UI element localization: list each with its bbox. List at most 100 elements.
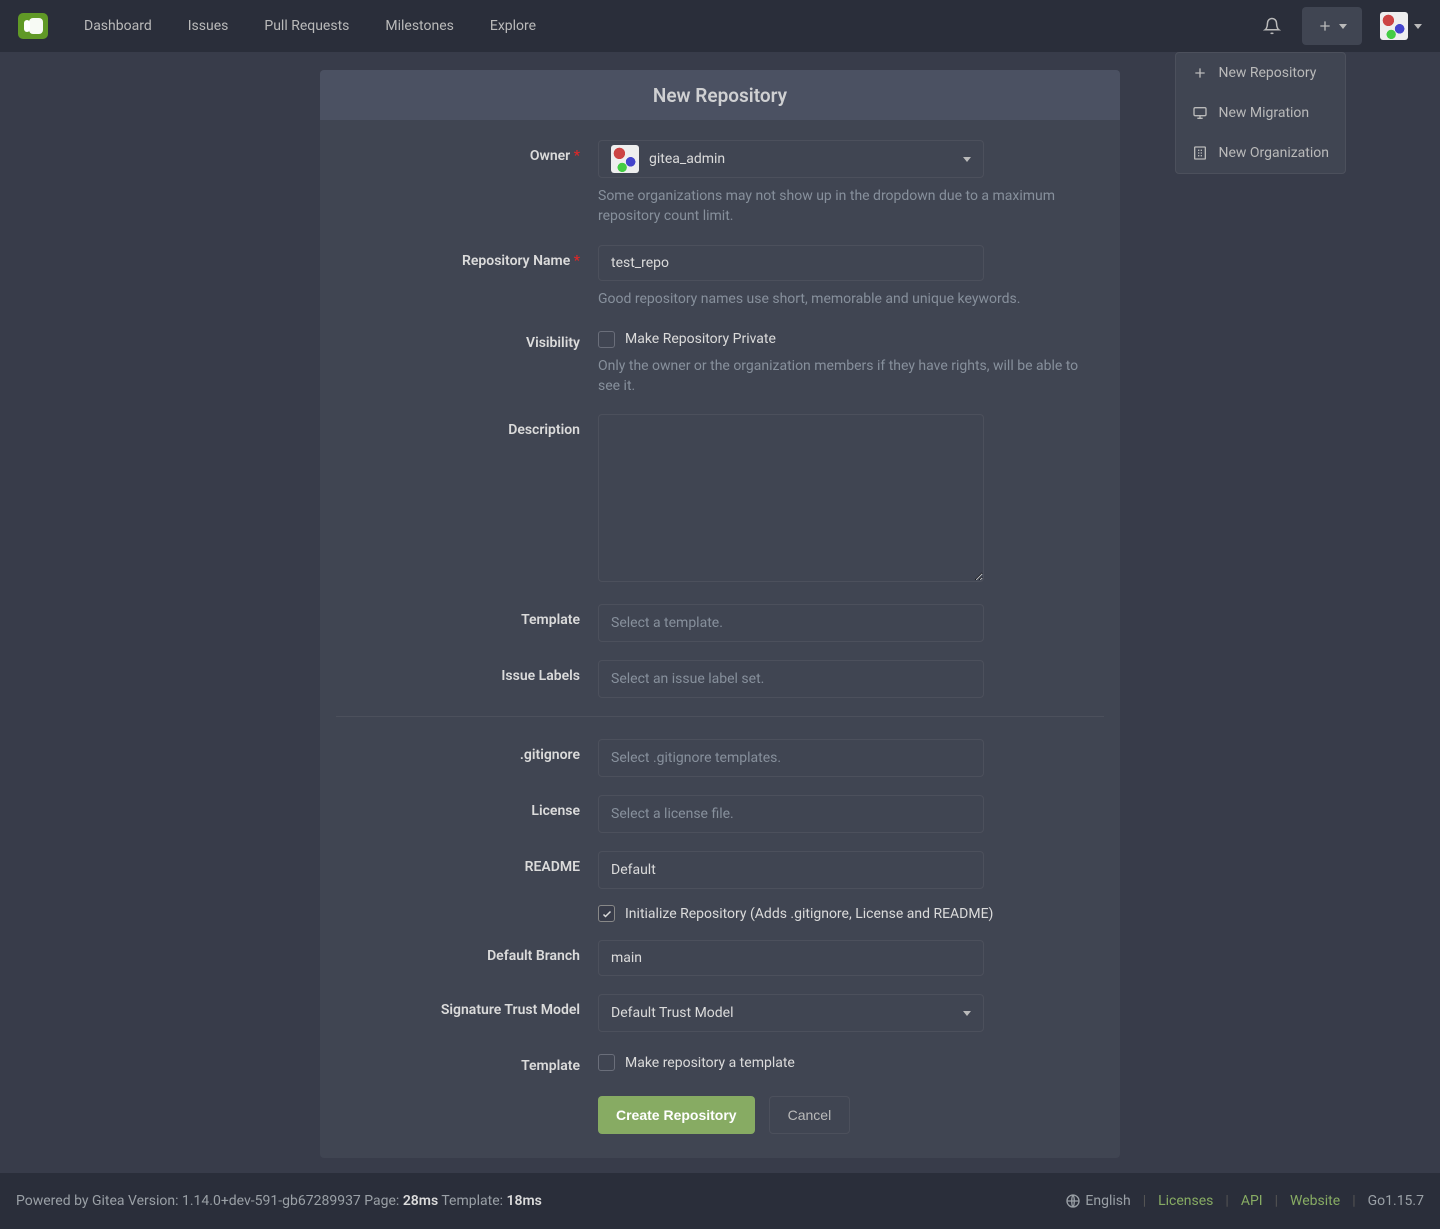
footer-api-link[interactable]: API [1241, 1193, 1263, 1209]
description-textarea[interactable] [598, 414, 984, 582]
default-branch-input[interactable] [598, 940, 984, 976]
field-issue-labels: Issue Labels Select an issue label set. [336, 660, 1104, 698]
footer-right: English | Licenses | API | Website | Go1… [1065, 1193, 1424, 1209]
check-icon [601, 908, 613, 920]
visibility-checkbox-label[interactable]: Make Repository Private [625, 331, 776, 347]
page-title: New Repository [320, 70, 1120, 120]
readme-label: README [336, 851, 598, 875]
license-label: License [336, 795, 598, 819]
footer: Powered by Gitea Version: 1.14.0+dev-591… [0, 1173, 1440, 1229]
license-placeholder: Select a license file. [611, 806, 971, 822]
separator: | [1352, 1193, 1355, 1209]
description-label: Description [336, 414, 598, 438]
issue-labels-label: Issue Labels [336, 660, 598, 684]
field-license: License Select a license file. [336, 795, 1104, 833]
nav-milestones[interactable]: Milestones [367, 0, 472, 52]
menu-new-migration[interactable]: New Migration [1176, 93, 1345, 133]
footer-template-time: 18ms [507, 1193, 542, 1209]
new-repository-panel: New Repository Owner gitea_admin Some or… [320, 70, 1120, 1158]
field-owner: Owner gitea_admin Some organizations may… [336, 140, 1104, 227]
footer-left: Powered by Gitea Version: 1.14.0+dev-591… [16, 1193, 542, 1209]
menu-new-repository[interactable]: New Repository [1176, 53, 1345, 93]
owner-value: gitea_admin [649, 151, 963, 167]
nav-left: Dashboard Issues Pull Requests Milestone… [18, 0, 554, 52]
chevron-down-icon [1339, 24, 1347, 29]
separator: | [1275, 1193, 1278, 1209]
avatar [1380, 12, 1408, 40]
field-repo-name: Repository Name Good repository names us… [336, 245, 1104, 309]
field-visibility: Visibility Make Repository Private Only … [336, 327, 1104, 397]
field-readme: README Default Initialize Repository (Ad… [336, 851, 1104, 922]
notifications-button[interactable] [1250, 8, 1294, 44]
field-gitignore: .gitignore Select .gitignore templates. [336, 739, 1104, 777]
form-buttons: Create Repository Cancel [598, 1092, 1104, 1134]
gitignore-dropdown[interactable]: Select .gitignore templates. [598, 739, 984, 777]
chevron-down-icon [963, 1011, 971, 1016]
template-label: Template [336, 604, 598, 628]
footer-powered-prefix: Powered by Gitea Version: 1.14.0+dev-591… [16, 1193, 403, 1209]
plus-icon [1317, 18, 1333, 34]
avatar [611, 145, 639, 173]
make-template-checkbox-label[interactable]: Make repository a template [625, 1055, 795, 1071]
footer-template-prefix: Template: [438, 1193, 506, 1209]
readme-value: Default [611, 862, 971, 878]
default-branch-label: Default Branch [336, 940, 598, 964]
gitignore-label: .gitignore [336, 739, 598, 763]
template-dropdown[interactable]: Select a template. [598, 604, 984, 642]
template-placeholder: Select a template. [611, 615, 971, 631]
gitea-logo[interactable] [18, 13, 48, 39]
license-dropdown[interactable]: Select a license file. [598, 795, 984, 833]
create-menu-button[interactable] [1302, 7, 1362, 45]
nav-right [1250, 7, 1422, 45]
new-repository-form: Owner gitea_admin Some organizations may… [320, 120, 1120, 1158]
readme-dropdown[interactable]: Default [598, 851, 984, 889]
issue-labels-placeholder: Select an issue label set. [611, 671, 971, 687]
divider [336, 716, 1104, 717]
cancel-button[interactable]: Cancel [769, 1096, 851, 1134]
organization-icon [1192, 145, 1208, 161]
footer-website-link[interactable]: Website [1290, 1193, 1340, 1209]
menu-label: New Repository [1218, 65, 1316, 81]
migration-icon [1192, 105, 1208, 121]
create-dropdown: New Repository New Migration New Organiz… [1175, 52, 1346, 174]
repo-name-input[interactable] [598, 245, 984, 281]
nav-dashboard[interactable]: Dashboard [66, 0, 170, 52]
nav-explore[interactable]: Explore [472, 0, 554, 52]
field-make-template: Template Make repository a template [336, 1050, 1104, 1074]
globe-icon [1065, 1193, 1081, 1209]
nav-pull-requests[interactable]: Pull Requests [246, 0, 367, 52]
init-repo-checkbox[interactable] [598, 905, 615, 922]
make-template-checkbox[interactable] [598, 1054, 615, 1071]
nav-issues[interactable]: Issues [170, 0, 247, 52]
field-default-branch: Default Branch [336, 940, 1104, 976]
create-repository-button[interactable]: Create Repository [598, 1096, 755, 1134]
init-repo-label[interactable]: Initialize Repository (Adds .gitignore, … [625, 906, 993, 922]
field-description: Description [336, 414, 1104, 586]
plus-icon [1192, 65, 1208, 81]
menu-label: New Migration [1218, 105, 1309, 121]
chevron-down-icon [963, 157, 971, 162]
menu-new-organization[interactable]: New Organization [1176, 133, 1345, 173]
user-menu-button[interactable] [1370, 12, 1422, 40]
footer-page-time: 28ms [403, 1193, 438, 1209]
field-trust-model: Signature Trust Model Default Trust Mode… [336, 994, 1104, 1032]
bell-icon [1263, 17, 1281, 35]
chevron-down-icon [1414, 24, 1422, 29]
language-selector[interactable]: English [1065, 1193, 1130, 1209]
separator: | [1143, 1193, 1146, 1209]
visibility-label: Visibility [336, 327, 598, 351]
navbar: Dashboard Issues Pull Requests Milestone… [0, 0, 1440, 52]
trust-model-dropdown[interactable]: Default Trust Model [598, 994, 984, 1032]
owner-dropdown[interactable]: gitea_admin [598, 140, 984, 178]
menu-label: New Organization [1218, 145, 1329, 161]
trust-model-value: Default Trust Model [611, 1005, 963, 1021]
separator: | [1225, 1193, 1228, 1209]
footer-licenses-link[interactable]: Licenses [1158, 1193, 1213, 1209]
field-template: Template Select a template. [336, 604, 1104, 642]
owner-label: Owner [336, 140, 598, 164]
issue-labels-dropdown[interactable]: Select an issue label set. [598, 660, 984, 698]
footer-go-version: Go1.15.7 [1368, 1193, 1424, 1209]
visibility-checkbox[interactable] [598, 331, 615, 348]
trust-model-label: Signature Trust Model [336, 994, 598, 1018]
owner-help: Some organizations may not show up in th… [598, 186, 1086, 227]
